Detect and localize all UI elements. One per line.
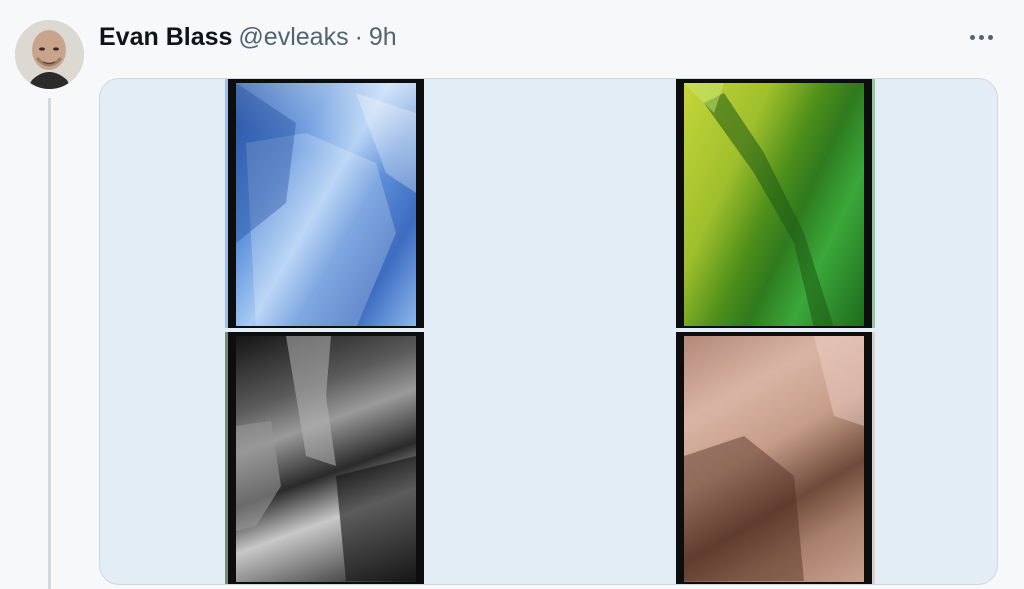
- green-crystal-wallpaper: [684, 83, 864, 326]
- more-horizontal-icon: [978, 34, 984, 40]
- tweet-media-grid[interactable]: [99, 78, 998, 585]
- tweet-timestamp[interactable]: 9h: [369, 23, 397, 52]
- author-name[interactable]: Evan Blass: [99, 23, 232, 52]
- header-separator: ·: [354, 22, 363, 51]
- media-image-green-crystal[interactable]: [676, 79, 875, 328]
- media-image-rose-quartz[interactable]: [676, 332, 875, 584]
- media-image-black-crystal[interactable]: [225, 332, 424, 584]
- thread-connector-line: [48, 98, 51, 589]
- more-horizontal-icon: [969, 34, 975, 40]
- blue-crystal-wallpaper: [236, 83, 416, 326]
- author-avatar[interactable]: [15, 20, 84, 89]
- tweet-header: Evan Blass @evleaks · 9h: [99, 22, 397, 52]
- rose-quartz-wallpaper: [684, 336, 864, 582]
- black-crystal-wallpaper: [236, 336, 416, 582]
- author-handle[interactable]: @evleaks: [238, 23, 348, 52]
- avatar-face-icon: [15, 20, 84, 89]
- media-image-blue-crystal[interactable]: [225, 79, 424, 328]
- more-options-button[interactable]: [966, 26, 996, 48]
- more-horizontal-icon: [987, 34, 993, 40]
